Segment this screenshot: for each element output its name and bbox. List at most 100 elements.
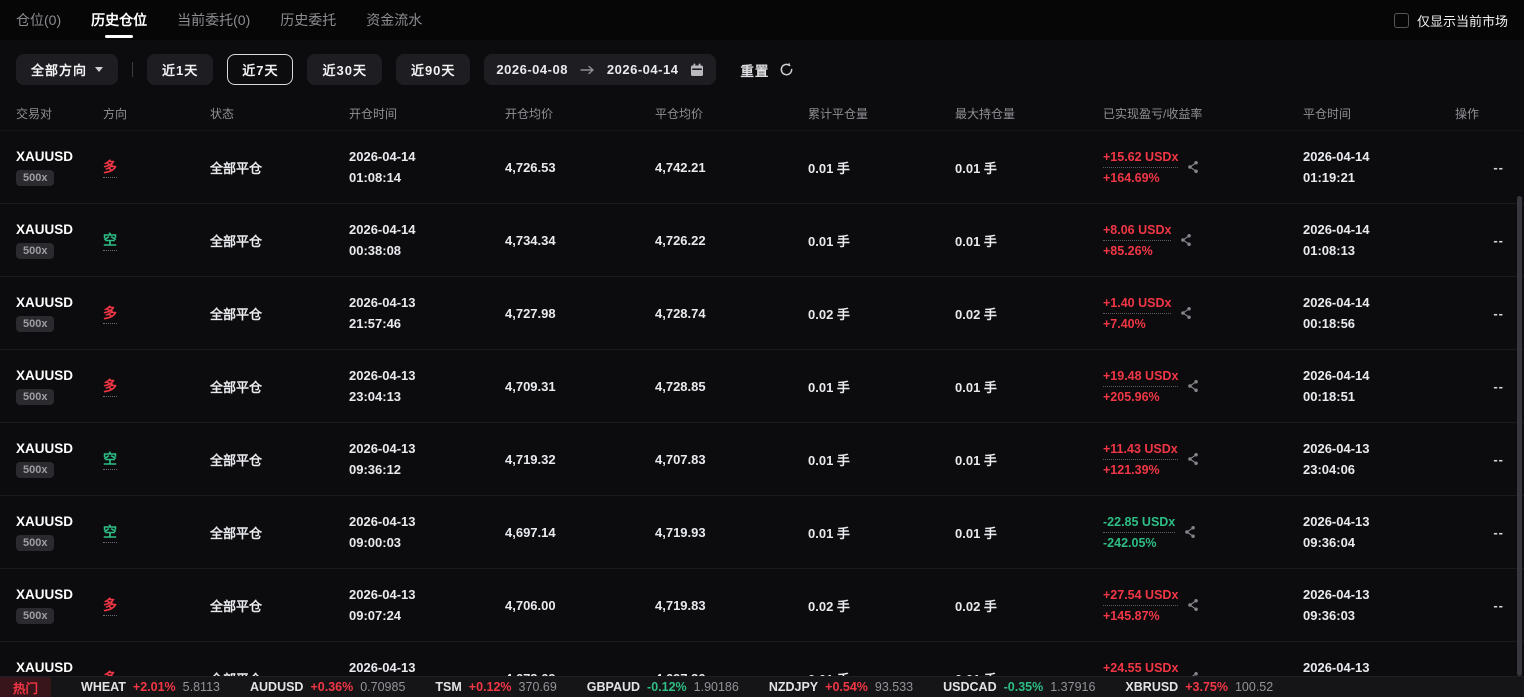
pair-cell: XAUUSD 500x: [16, 514, 103, 551]
close-date: 2026-04-13: [1303, 587, 1370, 602]
pnl-percent: -242.05%: [1103, 535, 1157, 550]
leverage-badge: 500x: [16, 242, 55, 259]
side-cell: 空: [103, 230, 210, 251]
ticker-price: 93.533: [874, 680, 914, 694]
pnl-values: +27.54 USDx +145.87%: [1103, 588, 1179, 623]
side-label: 空: [103, 451, 117, 470]
pnl-cell: +8.06 USDx +85.26%: [1103, 223, 1303, 258]
ticker-price: 1.37916: [1050, 680, 1096, 694]
ticker-change: -0.35%: [1003, 680, 1044, 694]
ticker-symbol: TSM: [435, 680, 462, 694]
share-icon[interactable]: [1186, 452, 1200, 466]
max-volume: 0.02 手: [955, 598, 997, 614]
share-icon[interactable]: [1186, 598, 1200, 612]
row-action: --: [1493, 451, 1504, 467]
filter-toolbar: 全部方向 近1天 近7天 近30天 近90天 2026-04-08 2026-0…: [0, 40, 1524, 97]
share-icon[interactable]: [1179, 306, 1193, 320]
column-header: 操作: [1455, 107, 1480, 121]
closed-volume: 0.01 手: [808, 452, 850, 468]
open-date: 2026-04-13: [349, 368, 416, 383]
pnl-amount: +27.54 USDx: [1103, 588, 1179, 606]
position-tab[interactable]: 历史委托: [280, 0, 336, 40]
table-row: XAUUSD 500x 空 全部平仓 2026-04-14 00:38:08 4…: [0, 204, 1524, 277]
tab-label: 当前委托(0): [177, 12, 251, 28]
pnl-cell: -22.85 USDx -242.05%: [1103, 515, 1303, 550]
ticker-item[interactable]: GBPAUD -0.12% 1.90186: [587, 680, 739, 694]
position-tab[interactable]: 当前委托(0): [177, 0, 250, 40]
open-time-cell: 2026-04-14 00:38:08: [349, 219, 505, 261]
date-range-quick-button[interactable]: 近90天: [395, 54, 471, 85]
ticker-item[interactable]: XBRUSD +3.75% 100.52: [1125, 680, 1273, 694]
pnl-cell: +19.48 USDx +205.96%: [1103, 369, 1303, 404]
row-action: --: [1493, 524, 1504, 540]
pair-cell: XAUUSD 500x: [16, 295, 103, 332]
open-price: 4,719.32: [505, 451, 556, 467]
side-cell: 空: [103, 449, 210, 470]
reset-button[interactable]: 重置: [740, 60, 769, 80]
history-positions-table: 交易对 方向 状态 开仓时间 开仓均价 平仓均价 累计平仓量 最大持仓量 已实现…: [0, 97, 1524, 697]
pnl-values: +15.62 USDx +164.69%: [1103, 150, 1179, 185]
ticker-item[interactable]: USDCAD -0.35% 1.37916: [943, 680, 1095, 694]
close-time-cell: 2026-04-14 00:18:56: [1303, 292, 1455, 334]
pnl-cell: +27.54 USDx +145.87%: [1103, 588, 1303, 623]
ticker-item[interactable]: AUDUSD +0.36% 0.70985: [250, 680, 405, 694]
date-range-quick-button[interactable]: 近1天: [147, 54, 214, 85]
vertical-scrollbar[interactable]: [1517, 196, 1522, 676]
pair-symbol: XAUUSD: [16, 513, 74, 529]
chevron-down-icon: [95, 67, 104, 72]
max-volume: 0.01 手: [955, 452, 997, 468]
pair-symbol: XAUUSD: [16, 221, 74, 237]
share-icon[interactable]: [1186, 160, 1200, 174]
range-label: 近90天: [410, 63, 456, 78]
ticker-item[interactable]: TSM +0.12% 370.69: [435, 680, 556, 694]
side-label: 多: [103, 305, 117, 324]
open-clock: 01:08:14: [349, 170, 402, 185]
position-tabs: 仓位(0) 历史仓位 当前委托(0) 历史委托 资金流水: [16, 0, 422, 40]
date-range-quick-button[interactable]: 近7天: [227, 54, 294, 85]
share-icon[interactable]: [1183, 525, 1197, 539]
ticker-change: +2.01%: [132, 680, 176, 694]
close-clock: 23:04:06: [1303, 462, 1356, 477]
close-clock: 01:19:21: [1303, 170, 1356, 185]
pnl-amount: +8.06 USDx: [1103, 223, 1172, 241]
refresh-icon[interactable]: [779, 62, 794, 77]
ticker-price: 370.69: [518, 680, 557, 694]
range-label: 近1天: [162, 63, 199, 78]
column-header: 开仓时间: [349, 107, 398, 121]
side-cell: 多: [103, 157, 210, 178]
ticker-item[interactable]: WHEAT +2.01% 5.8113: [81, 680, 220, 694]
position-tab[interactable]: 历史仓位: [91, 0, 147, 40]
share-icon[interactable]: [1186, 379, 1200, 393]
position-tabbar: 仓位(0) 历史仓位 当前委托(0) 历史委托 资金流水 仅显示当前市场: [0, 0, 1524, 40]
date-to: 2026-04-14: [606, 62, 679, 77]
side-cell: 多: [103, 595, 210, 616]
ticker-price: 5.8113: [182, 680, 220, 694]
leverage-badge: 500x: [16, 534, 55, 551]
hot-badge[interactable]: 热门: [0, 677, 52, 697]
pnl-percent: +7.40%: [1103, 316, 1146, 331]
column-header: 平仓均价: [655, 107, 704, 121]
close-time-cell: 2026-04-14 01:08:13: [1303, 219, 1455, 261]
pnl-cell: +15.62 USDx +164.69%: [1103, 150, 1303, 185]
date-range-quick-button[interactable]: 近30天: [307, 54, 382, 85]
direction-filter-dropdown[interactable]: 全部方向: [16, 54, 119, 85]
current-market-label: 仅显示当前市场: [1416, 13, 1508, 29]
ticker-change: +0.36%: [310, 680, 354, 694]
share-icon[interactable]: [1179, 233, 1193, 247]
open-clock: 00:38:08: [349, 243, 402, 258]
current-market-checkbox[interactable]: [1393, 12, 1409, 28]
open-time-cell: 2026-04-14 01:08:14: [349, 146, 505, 188]
pair-symbol: XAUUSD: [16, 294, 74, 310]
close-date: 2026-04-13: [1303, 660, 1370, 675]
open-clock: 09:00:03: [349, 535, 402, 550]
position-tab[interactable]: 资金流水: [366, 0, 422, 40]
pair-symbol: XAUUSD: [16, 440, 74, 456]
closed-volume: 0.01 手: [808, 525, 850, 541]
position-tab[interactable]: 仓位(0): [16, 0, 61, 40]
table-row: XAUUSD 500x 多 全部平仓 2026-04-13 21:57:46 4…: [0, 277, 1524, 350]
close-price: 4,719.93: [655, 524, 706, 540]
open-date: 2026-04-14: [349, 222, 416, 237]
close-price: 4,742.21: [655, 159, 706, 175]
ticker-item[interactable]: NZDJPY +0.54% 93.533: [769, 680, 913, 694]
date-range-picker[interactable]: 2026-04-08 2026-04-14: [484, 54, 717, 85]
